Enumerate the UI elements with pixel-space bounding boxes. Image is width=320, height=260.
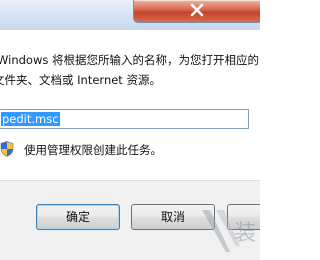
- ok-button[interactable]: 确定: [36, 204, 120, 230]
- close-icon: [190, 3, 204, 17]
- admin-option-row: 使用管理权限创建此任务。: [0, 140, 260, 160]
- description-line-1: Windows 将根据您所输入的名称，为您打开相应的: [0, 53, 259, 67]
- admin-option-label: 使用管理权限创建此任务。: [24, 143, 162, 157]
- watermark-text: 装: [234, 221, 256, 246]
- watermark-logo: 装: [202, 210, 256, 252]
- run-dialog: Windows 将根据您所输入的名称，为您打开相应的 文件夹、文档或 Inter…: [0, 0, 260, 260]
- close-button[interactable]: [133, 0, 260, 23]
- description-line-2: 文件夹、文档或 Internet 资源。: [0, 73, 161, 87]
- uac-shield-icon: [0, 141, 14, 157]
- open-input[interactable]: pedit.msc: [0, 109, 249, 129]
- dialog-content: Windows 将根据您所输入的名称，为您打开相应的 文件夹、文档或 Inter…: [0, 30, 260, 180]
- title-bar: [0, 0, 260, 30]
- input-selected-text: pedit.msc: [1, 112, 60, 126]
